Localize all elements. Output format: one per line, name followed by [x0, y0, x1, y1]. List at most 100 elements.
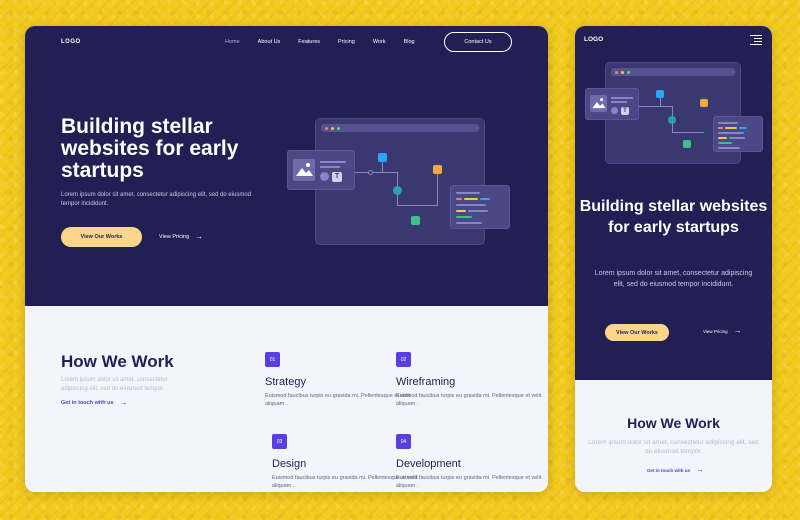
view-pricing-link[interactable]: View Pricing → [159, 232, 204, 241]
file-icon [378, 153, 387, 162]
connector [397, 195, 398, 205]
mobile-hero-title: Building stellar websites for early star… [579, 198, 768, 236]
mobile-view-pricing-link[interactable]: View Pricing → [703, 327, 742, 335]
code-line [456, 222, 482, 224]
code-line [718, 147, 740, 149]
code-line [729, 137, 745, 139]
card-line [611, 101, 627, 103]
connector-node [368, 169, 373, 175]
step-title: Strategy [265, 376, 306, 388]
connector [639, 106, 661, 107]
card-line [320, 166, 340, 168]
code-line [718, 127, 723, 129]
mobile-view-works-button[interactable]: View Our Works [605, 324, 669, 341]
code-line [718, 137, 727, 139]
code-braces-icon [700, 99, 708, 107]
list-icon [668, 116, 676, 124]
card-line [611, 97, 633, 99]
connector [397, 205, 437, 206]
code-line [718, 132, 744, 134]
code-line [468, 210, 488, 212]
arrow-right-icon: → [195, 232, 204, 241]
image-icon [293, 159, 315, 181]
how-we-work-description: Lorem ipsum dolor sit amet, consectetur … [61, 377, 168, 392]
connector [660, 98, 661, 106]
connector [672, 124, 673, 132]
step-title: Design [272, 458, 307, 470]
code-line [480, 198, 490, 200]
view-pricing-label: View Pricing [159, 234, 190, 240]
nav-link-blog[interactable]: Blog [404, 39, 415, 45]
code-line [725, 127, 737, 129]
avatar-dot [320, 172, 329, 181]
code-line [718, 122, 738, 124]
mobile-how-we-work-section: How We Work Lorem ipsum dolor sit amet, … [575, 380, 772, 492]
code-line [718, 142, 732, 144]
window-dot-green [627, 71, 630, 74]
code-icon [683, 140, 691, 148]
nav-link-pricing[interactable]: Pricing [338, 39, 355, 45]
browser-bar [321, 124, 479, 132]
nav-link-home[interactable]: Home [225, 39, 240, 45]
code-card [713, 116, 763, 152]
mobile-hero-illustration: T [585, 62, 765, 166]
mobile-mockup: LOGO T Building stellar websites for ear… [575, 26, 772, 492]
mobile-view-pricing-label: View Pricing [703, 328, 728, 334]
list-icon [393, 186, 402, 195]
hero-title: Building stellar websites for early star… [61, 115, 239, 182]
card-line [320, 161, 346, 163]
hero-description: Lorem ipsum dolor sit amet, consectetur … [61, 192, 252, 207]
desktop-mockup: LOGO Home About Us Features Pricing Work… [25, 26, 548, 492]
mobile-get-in-touch-link[interactable]: Get in touch with us → [647, 465, 704, 474]
code-line [464, 198, 478, 200]
window-dot-yellow [331, 127, 334, 130]
connector [672, 132, 704, 133]
image-text-card: T [585, 88, 639, 120]
view-works-button[interactable]: View Our Works [61, 227, 142, 247]
connector [437, 174, 438, 206]
connector [672, 106, 673, 116]
window-dot-red [615, 71, 618, 74]
code-line [456, 192, 480, 194]
step-description: Euismod faucibus turpis eu gravida mi. P… [396, 475, 542, 489]
arrow-right-icon: → [696, 465, 704, 474]
nav-link-about[interactable]: About Us [258, 39, 281, 45]
step-number-badge: 02 [393, 352, 411, 368]
window-dot-red [325, 127, 328, 130]
hamburger-menu-icon[interactable] [750, 35, 762, 46]
nav-links: Home About Us Features Pricing Work Blog [225, 39, 433, 45]
step-title: Wireframing [396, 376, 456, 388]
code-braces-icon [433, 165, 442, 174]
text-icon: T [621, 107, 629, 115]
nav-logo[interactable]: LOGO [61, 39, 81, 45]
connector [383, 172, 397, 173]
nav-link-features[interactable]: Features [298, 39, 320, 45]
code-line [456, 210, 466, 212]
window-dot-green [337, 127, 340, 130]
step-title: Development [396, 458, 461, 470]
image-text-card: T [287, 150, 355, 190]
code-line [456, 198, 462, 200]
mobile-hero-description: Lorem ipsum dolor sit amet, consectetur … [594, 270, 753, 288]
step-number-badge: 01 [262, 352, 280, 368]
nav-link-work[interactable]: Work [373, 39, 386, 45]
contact-button[interactable]: Contact Us [444, 32, 512, 52]
step-number-badge: 03 [269, 434, 287, 450]
code-line [456, 204, 486, 206]
mobile-logo[interactable]: LOGO [584, 36, 603, 43]
code-line [456, 216, 472, 218]
connector [382, 162, 383, 172]
desktop-hero: LOGO Home About Us Features Pricing Work… [25, 26, 548, 306]
code-card [450, 185, 510, 229]
code-icon [411, 216, 420, 225]
step-number-badge: 04 [393, 434, 411, 450]
file-icon [656, 90, 664, 98]
arrow-right-icon: → [119, 398, 128, 407]
hero-illustration: T [287, 118, 517, 248]
how-we-work-section: How We Work Lorem ipsum dolor sit amet, … [25, 306, 548, 492]
step-description: Euismod faucibus turpis eu gravida mi. P… [396, 393, 542, 407]
mobile-how-we-work-description: Lorem ipsum dolor sit amet, consectetur … [588, 439, 759, 455]
connector [397, 172, 398, 186]
code-line [739, 127, 747, 129]
get-in-touch-link[interactable]: Get in touch with us → [61, 398, 128, 407]
